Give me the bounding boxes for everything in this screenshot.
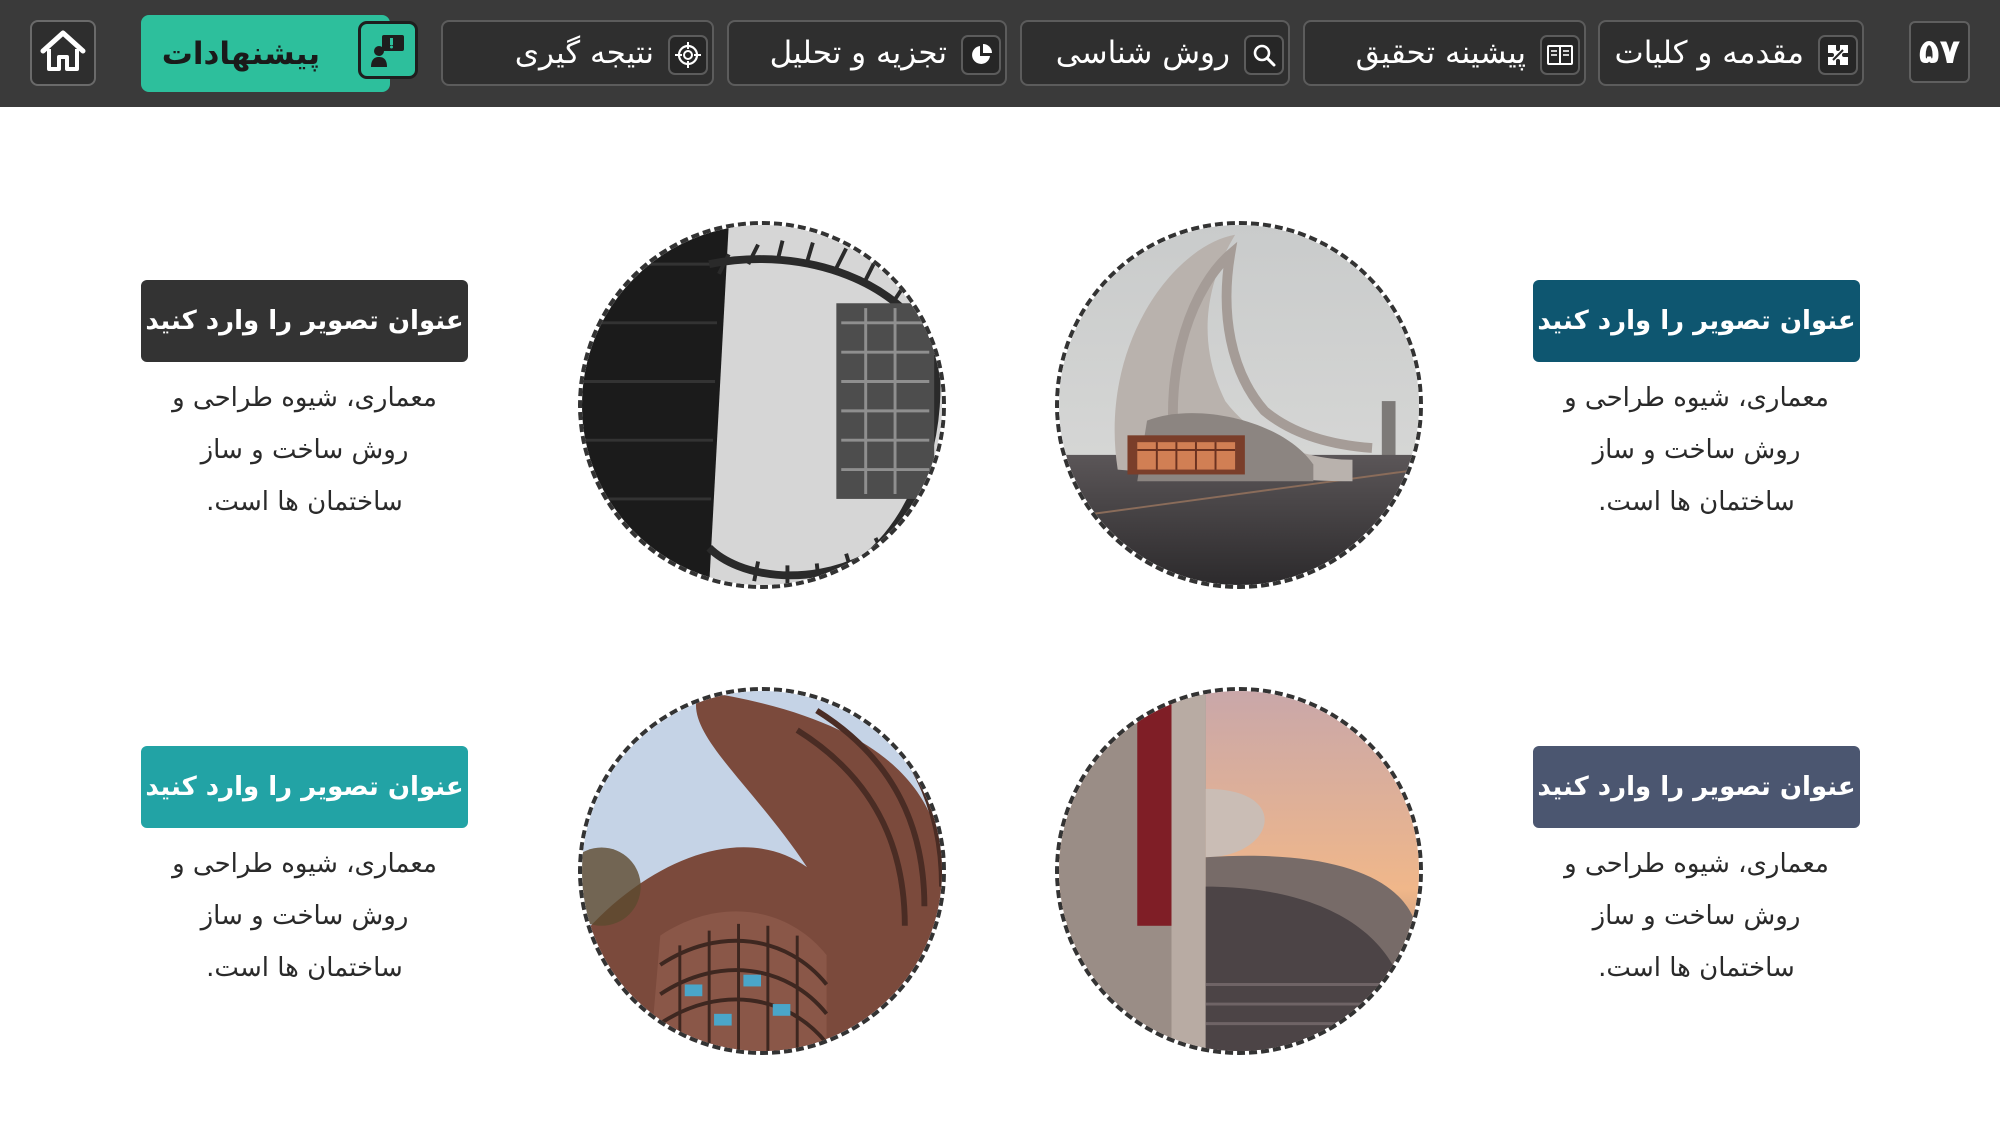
puzzle-icon (1818, 35, 1858, 75)
description-line: روش ساخت و ساز (1592, 901, 1801, 931)
description-line: روش ساخت و ساز (200, 435, 409, 465)
card-title[interactable]: عنوان تصویر را وارد کنید (1533, 280, 1860, 362)
card-description: معماری، شیوه طراحی و روش ساخت و ساز ساخت… (1533, 372, 1860, 528)
top-navigation-bar: ۵۷ مقدمه و کلیات پیشینه تحقیق روش شناسی (0, 0, 2000, 107)
card-title[interactable]: عنوان تصویر را وارد کنید (141, 746, 468, 828)
page-number: ۵۷ (1909, 21, 1970, 83)
description-line: معماری، شیوه طراحی و (172, 849, 437, 879)
book-icon (1540, 35, 1580, 75)
nav-tab-conclusion-label: نتیجه گیری (514, 35, 654, 71)
pie-chart-icon (961, 35, 1001, 75)
nav-tab-suggestions[interactable]: پیشنهادات (141, 15, 418, 92)
futuristic-curved-building-photo (1055, 221, 1423, 589)
nav-tab-background[interactable]: پیشینه تحقیق (1303, 20, 1586, 86)
curved-facade-tower-photo (578, 687, 946, 1055)
card-description: معماری، شیوه طراحی و روش ساخت و ساز ساخت… (1533, 838, 1860, 994)
sunset-concrete-building-photo (1055, 687, 1423, 1055)
home-icon (39, 29, 87, 77)
nav-tab-background-label: پیشینه تحقیق (1355, 35, 1526, 71)
description-line: ساختمان ها است. (1598, 953, 1795, 983)
card-title[interactable]: عنوان تصویر را وارد کنید (141, 280, 468, 362)
card-description: معماری، شیوه طراحی و روش ساخت و ساز ساخت… (141, 372, 468, 528)
nav-tab-intro-label: مقدمه و کلیات (1614, 35, 1804, 71)
nav-tab-conclusion[interactable]: نتیجه گیری (441, 20, 714, 86)
nav-tab-intro[interactable]: مقدمه و کلیات (1598, 20, 1864, 86)
description-line: معماری، شیوه طراحی و (172, 383, 437, 413)
description-line: معماری، شیوه طراحی و (1564, 383, 1829, 413)
description-line: ساختمان ها است. (206, 487, 403, 517)
nav-tab-suggestions-label: پیشنهادات (161, 35, 320, 72)
home-button[interactable] (30, 20, 96, 86)
black-and-white-courtyard-photo (578, 221, 946, 589)
presenter-icon (358, 21, 418, 79)
nav-tab-analysis-label: تجزیه و تحلیل (769, 35, 947, 71)
nav-tab-method-label: روش شناسی (1055, 35, 1230, 71)
description-line: ساختمان ها است. (206, 953, 403, 983)
description-line: معماری، شیوه طراحی و (1564, 849, 1829, 879)
card-title[interactable]: عنوان تصویر را وارد کنید (1533, 746, 1860, 828)
description-line: روش ساخت و ساز (1592, 435, 1801, 465)
target-icon (668, 35, 708, 75)
nav-tab-method[interactable]: روش شناسی (1020, 20, 1290, 86)
description-line: ساختمان ها است. (1598, 487, 1795, 517)
description-line: روش ساخت و ساز (200, 901, 409, 931)
card-description: معماری، شیوه طراحی و روش ساخت و ساز ساخت… (141, 838, 468, 994)
nav-tab-analysis[interactable]: تجزیه و تحلیل (727, 20, 1007, 86)
search-icon (1244, 35, 1284, 75)
